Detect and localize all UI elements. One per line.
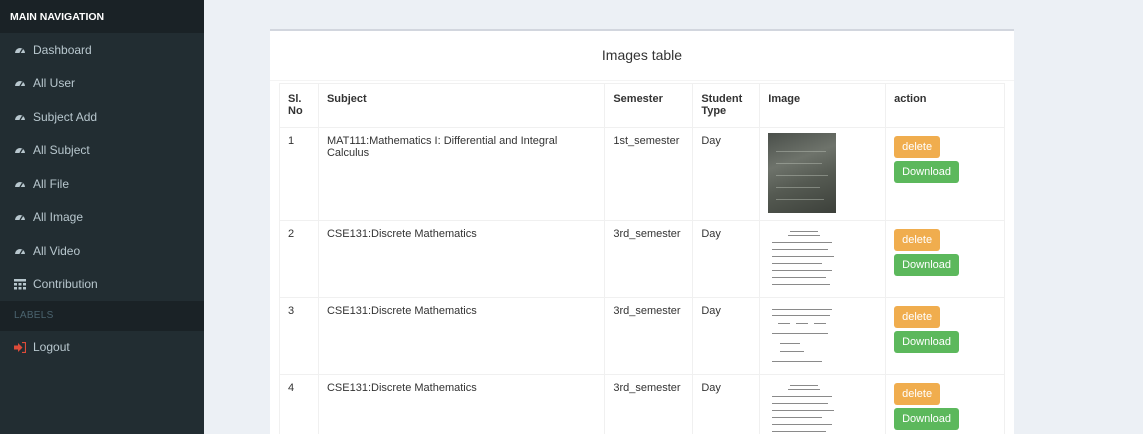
cell-subject: CSE131:Discrete Mathematics (317, 220, 606, 298)
table-row: 2 CSE131:Discrete Mathematics 3rd_semest… (279, 220, 1005, 298)
sidebar-item-label: Contribution (33, 277, 98, 292)
table-row: 1 MAT111:Mathematics I: Differential and… (279, 127, 1005, 221)
sidebar-item-label: All Image (33, 210, 84, 225)
sidebar-item-all-subject[interactable]: All Subject (0, 134, 204, 168)
document-thumbnail[interactable] (768, 382, 837, 434)
images-table-panel: Images table Sl. No Subject Semester Stu… (270, 29, 1014, 434)
cell-semester: 1st_semester (604, 127, 694, 221)
sidebar-item-all-user[interactable]: All User (0, 67, 204, 101)
delete-button[interactable]: delete (894, 306, 941, 328)
download-button[interactable]: Download (894, 254, 960, 276)
download-button[interactable]: Download (894, 161, 960, 183)
labels-header: LABELS (0, 301, 204, 331)
sidebar-item-logout[interactable]: Logout (0, 331, 204, 363)
cell-image (759, 374, 887, 434)
dashboard-icon (14, 245, 26, 257)
cell-student-type: Day (692, 127, 761, 221)
sidebar-item-all-image[interactable]: All Image (0, 201, 204, 235)
cell-action: delete Download (885, 297, 1005, 375)
cell-subject: CSE131:Discrete Mathematics (317, 297, 606, 375)
cell-image (759, 220, 887, 298)
sidebar-item-label: All User (33, 76, 76, 91)
download-button[interactable]: Download (894, 331, 960, 353)
sidebar-item-label: Logout (33, 340, 70, 354)
main-navigation-header: MAIN NAVIGATION (0, 0, 204, 33)
cell-action: delete Download (885, 220, 1005, 298)
sidebar-item-label: All File (33, 176, 70, 191)
table-row: 3 CSE131:Discrete Mathematics 3rd_semest… (279, 297, 1005, 375)
sidebar-item-dashboard[interactable]: Dashboard (0, 33, 204, 67)
sidebar-item-subject-add[interactable]: Subject Add (0, 100, 204, 134)
column-header-subject: Subject (317, 83, 606, 128)
sidebar-item-label: Dashboard (33, 42, 92, 57)
cell-no: 2 (279, 220, 319, 298)
table-row: 4 CSE131:Discrete Mathematics 3rd_semest… (279, 374, 1005, 434)
dashboard-icon (14, 44, 26, 56)
cell-subject: CSE131:Discrete Mathematics (317, 374, 606, 434)
sidebar-item-label: Subject Add (33, 109, 98, 124)
cell-no: 3 (279, 297, 319, 375)
column-header-student-type: Student Type (692, 83, 761, 128)
delete-button[interactable]: delete (894, 229, 941, 251)
column-header-sl-no: Sl. No (279, 83, 319, 128)
column-header-semester: Semester (604, 83, 694, 128)
cell-subject: MAT111:Mathematics I: Differential and I… (317, 127, 606, 221)
dashboard-icon (14, 77, 26, 89)
sign-in-icon (14, 341, 26, 353)
photo-thumbnail[interactable] (768, 133, 837, 213)
sidebar-item-label: All Video (33, 243, 81, 258)
document-thumbnail[interactable] (768, 228, 837, 290)
cell-no: 1 (279, 127, 319, 221)
cell-semester: 3rd_semester (604, 374, 694, 434)
sidebar-item-all-file[interactable]: All File (0, 167, 204, 201)
sidebar: MAIN NAVIGATION Dashboard All User Subje… (0, 0, 204, 434)
cell-semester: 3rd_semester (604, 220, 694, 298)
cell-image (759, 127, 887, 221)
table-header-row: Sl. No Subject Semester Student Type Ima… (279, 83, 1005, 128)
column-header-image: Image (759, 83, 887, 128)
images-table: Sl. No Subject Semester Student Type Ima… (279, 83, 1005, 434)
sidebar-item-all-video[interactable]: All Video (0, 234, 204, 268)
cell-semester: 3rd_semester (604, 297, 694, 375)
delete-button[interactable]: delete (894, 136, 941, 158)
delete-button[interactable]: delete (894, 383, 941, 405)
download-button[interactable]: Download (894, 408, 960, 430)
cell-student-type: Day (692, 374, 761, 434)
table-icon (14, 278, 26, 290)
cell-action: delete Download (885, 127, 1005, 221)
panel-title: Images table (270, 31, 1014, 81)
dashboard-icon (14, 211, 26, 223)
cell-student-type: Day (692, 220, 761, 298)
dashboard-icon (14, 144, 26, 156)
column-header-action: action (885, 83, 1005, 128)
document-thumbnail[interactable] (768, 305, 837, 367)
cell-action: delete Download (885, 374, 1005, 434)
dashboard-icon (14, 178, 26, 190)
cell-student-type: Day (692, 297, 761, 375)
cell-no: 4 (279, 374, 319, 434)
sidebar-item-label: All Subject (33, 143, 90, 158)
sidebar-item-contribution[interactable]: Contribution (0, 268, 204, 302)
dashboard-icon (14, 111, 26, 123)
cell-image (759, 297, 887, 375)
